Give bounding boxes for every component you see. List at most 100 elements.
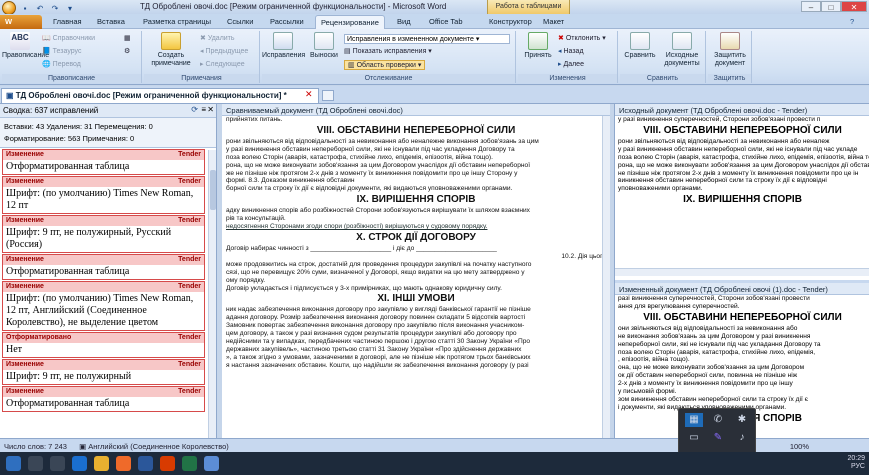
new-tab-button[interactable] (322, 90, 334, 101)
source-documents-label: Исходные документы (664, 52, 700, 67)
section-heading: IX. ВИРІШЕННЯ СПОРІВ (356, 194, 476, 206)
close-pane-icon[interactable]: ✕ (207, 105, 214, 114)
delete-comment-button[interactable]: ✖ Удалить (200, 34, 235, 44)
modified-document-body[interactable]: разі виникнення суперечностей, Сторони з… (615, 295, 869, 426)
group-proofing: ABC Правописание 📖 Справочники 📘 Тезауру… (2, 31, 142, 83)
reviewing-pane-header: Сводка: 637 исправлений ⟳ ≡ ✕ (0, 104, 216, 118)
document-line: рів та консультацій. (226, 215, 286, 223)
tablet-mode-icon[interactable]: ▦ (685, 413, 703, 427)
save-icon[interactable]: ▪ (19, 2, 31, 14)
language-status[interactable]: ▣ Английский (Соединенное Королевство) (79, 442, 229, 451)
system-tray[interactable]: 20:29 РУС (847, 455, 865, 471)
close-button[interactable]: ✕ (841, 1, 867, 12)
battery-icon[interactable]: ▭ (685, 431, 703, 445)
revision-item[interactable]: Изменение Tender Отформатированная таблица (2, 149, 205, 175)
tab-view[interactable]: Вид (392, 15, 416, 29)
original-document-body[interactable]: у разі виникнення суперечностей, Сторони… (615, 116, 869, 207)
show-markup-label: Показать исправления (352, 48, 427, 55)
close-tab-icon[interactable]: ✕ (305, 89, 313, 100)
word-icon[interactable] (138, 456, 153, 471)
document-line: ому порядку. (226, 276, 266, 284)
redo-icon[interactable]: ↷ (49, 2, 61, 14)
app-icon[interactable] (204, 456, 219, 471)
next-comment-button[interactable]: ▸ Следующее (200, 60, 245, 70)
undo-icon[interactable]: ↶ (34, 2, 46, 14)
tab-office-tab[interactable]: Office Tab (424, 15, 468, 29)
scrollbar-thumb[interactable] (210, 170, 216, 210)
tab-insert[interactable]: Вставка (92, 15, 130, 29)
show-markup-button[interactable]: ▤ Показать исправления ▾ (344, 47, 432, 57)
volume-icon[interactable]: ♪ (733, 431, 751, 445)
explorer-icon[interactable] (94, 456, 109, 471)
reject-button[interactable]: ✖ Отклонить ▾ (558, 34, 606, 44)
compared-document-body[interactable]: прийнятих питань. VIII. ОБСТАВИНИ НЕПЕРЕБ… (222, 116, 610, 370)
revision-text: Отформатированная таблица (6, 161, 130, 172)
reviewing-pane-button[interactable]: ▥ Область проверки ▾ (344, 60, 426, 70)
maximize-button[interactable]: □ (821, 1, 841, 12)
task-view-icon[interactable] (50, 456, 65, 471)
balloons-button[interactable]: Выноски (306, 32, 342, 60)
zoom-level[interactable]: 100% (790, 442, 809, 451)
pen-icon[interactable]: ✎ (709, 431, 727, 445)
display-for-review-dropdown[interactable]: Исправления в измененном документе ▾ (344, 34, 510, 44)
tab-review[interactable]: Рецензирование (315, 15, 385, 29)
document-tab[interactable]: ▣ ТД Оброблені овочі.doc [Режим ограниче… (1, 88, 319, 103)
accept-label: Принять (524, 52, 552, 59)
original-horizontal-scrollbar[interactable] (615, 268, 869, 276)
tab-design[interactable]: Конструктор (484, 15, 537, 29)
accept-button[interactable]: Принять (520, 32, 556, 60)
help-icon[interactable]: ? (845, 15, 859, 29)
compare-button[interactable]: Сравнить (622, 32, 658, 60)
reviewing-pane-scrollbar[interactable] (208, 150, 216, 438)
customize-qat-icon[interactable]: ▾ (64, 2, 76, 14)
tab-references[interactable]: Ссылки (222, 15, 258, 29)
powerpoint-icon[interactable] (160, 456, 175, 471)
document-line: прийнятих питань. (226, 116, 283, 123)
start-icon[interactable] (6, 456, 21, 471)
tab-page-layout[interactable]: Разметка страницы (138, 15, 216, 29)
bluetooth-icon[interactable]: ✱ (733, 413, 751, 427)
expand-icon[interactable]: ≡ (201, 105, 206, 114)
document-line: непереборної сили, які не існували під ч… (618, 340, 821, 348)
protect-document-button[interactable]: Защитить документ (711, 32, 749, 68)
source-documents-button[interactable]: Исходные документы (660, 32, 704, 68)
revision-item[interactable]: Изменение Tender Шрифт: (по умолчанию) Tim… (2, 176, 205, 214)
previous-comment-button[interactable]: ◂ Предыдущее (200, 47, 248, 57)
research-button[interactable]: 📖 Справочники (42, 34, 95, 44)
revision-item[interactable]: Изменение Tender Шрифт: 9 пт, не полужирны… (2, 215, 205, 253)
group-changes: Принять ✖ Отклонить ▾ ◂ Назад ▸ Далее Из… (518, 31, 618, 83)
phone-icon[interactable]: ✆ (709, 413, 727, 427)
wordcount-button[interactable]: ▦ (124, 34, 131, 44)
edge-icon[interactable] (72, 456, 87, 471)
revision-author: Tender (178, 388, 201, 395)
word-count[interactable]: Число слов: 7 243 (4, 442, 67, 451)
revision-item[interactable]: Отформатировано Tender Нет (2, 332, 205, 358)
revision-item[interactable]: Изменение Tender Отформатированная таблица (2, 386, 205, 412)
source-documents-panes: Исходный документ (ТД Оброблені овочі.do… (614, 104, 869, 438)
compared-document-scrollbar[interactable] (602, 116, 610, 438)
tab-layout[interactable]: Макет (538, 15, 569, 29)
minimize-button[interactable]: – (801, 1, 821, 12)
new-comment-button[interactable]: Создать примечание (150, 32, 192, 68)
document-line: поза волею Сторін (аварія, катастрофа, с… (226, 153, 493, 161)
language-button[interactable]: ⚙ (124, 47, 130, 57)
spelling-icon: ABC (10, 32, 30, 50)
tab-home[interactable]: Главная (48, 15, 87, 29)
document-line: рони звільняються від відповідальності з… (226, 137, 539, 145)
excel-icon[interactable] (182, 456, 197, 471)
firefox-icon[interactable] (116, 456, 131, 471)
tab-mailings[interactable]: Рассылки (265, 15, 309, 29)
previous-change-button[interactable]: ◂ Назад (558, 47, 584, 57)
next-change-button[interactable]: ▸ Далее (558, 60, 584, 70)
revision-item[interactable]: Изменение Tender Шрифт: (по умолчанию) Tim… (2, 281, 205, 331)
refresh-icon[interactable]: ⟳ (191, 105, 198, 114)
spelling-button[interactable]: ABC Правописание (2, 32, 49, 60)
revision-item[interactable]: Изменение Tender Отформатированная таблица (2, 254, 205, 280)
search-icon[interactable] (28, 456, 43, 471)
office-button[interactable] (2, 1, 16, 15)
revision-item[interactable]: Изменение Tender Шрифт: 9 пт, не полужирны… (2, 359, 205, 385)
thesaurus-button[interactable]: 📘 Тезаурус (42, 47, 81, 57)
file-tab[interactable]: W (0, 15, 42, 29)
track-changes-button[interactable]: Исправления (262, 32, 305, 60)
translate-button[interactable]: 🌐 Перевод (42, 60, 81, 70)
